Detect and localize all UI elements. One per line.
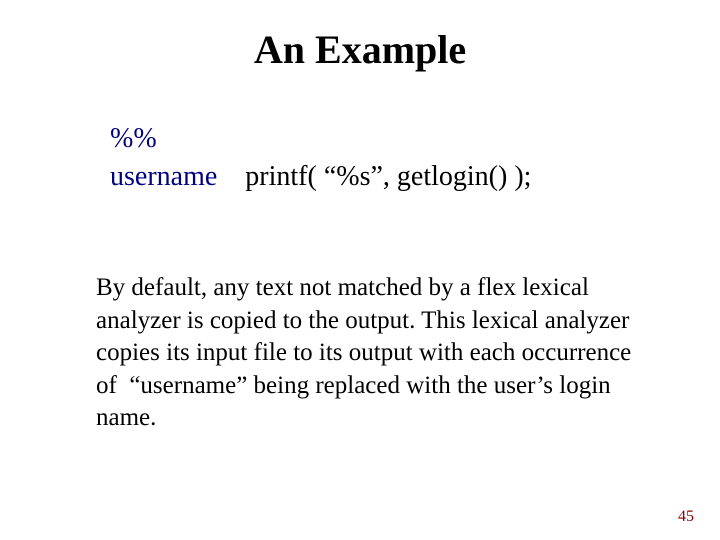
page-number: 45 <box>678 508 694 526</box>
body-paragraph: By default, any text not matched by a fl… <box>96 272 636 435</box>
code-action: printf( “%s”, getlogin() ); <box>245 161 531 192</box>
code-delimiter: %% <box>110 120 531 158</box>
slide: An Example %% username printf( “%s”, get… <box>0 0 720 540</box>
code-example: %% username printf( “%s”, getlogin() ); <box>110 120 531 196</box>
code-rule-line: username printf( “%s”, getlogin() ); <box>110 158 531 196</box>
slide-title: An Example <box>0 26 720 73</box>
code-token: username <box>110 161 217 192</box>
